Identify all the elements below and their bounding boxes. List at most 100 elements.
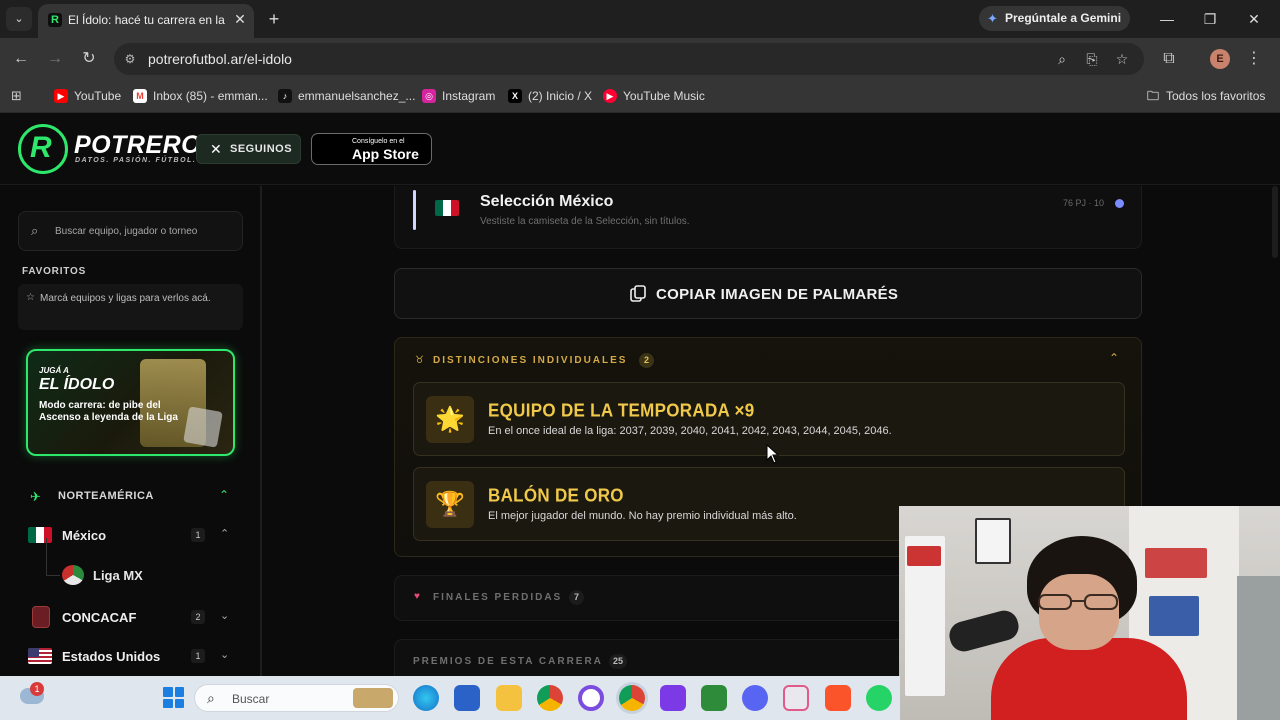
green-app-icon[interactable] (701, 685, 727, 711)
back-arrow-icon[interactable]: ← (11, 49, 31, 69)
taskbar-search-input[interactable]: Buscar (232, 692, 269, 706)
bookmark-youtube[interactable]: ▶ YouTube (54, 87, 121, 105)
appstore-big-text: App Store (352, 146, 419, 162)
bookmark-label: emmanuelsanchez_... (298, 89, 416, 103)
concacaf-logo-icon (32, 606, 50, 628)
chevron-down-icon[interactable]: ⌄ (220, 648, 229, 661)
liga-mx-logo-icon (62, 565, 84, 585)
bookmark-label: YouTube (74, 89, 122, 103)
bookmark-label: (2) Inicio / X (528, 89, 593, 103)
copy-palmares-button[interactable]: COPIAR IMAGEN DE PALMARÉS (394, 268, 1142, 319)
tree-connector (46, 538, 60, 576)
chevron-up-icon[interactable]: ⌃ (219, 488, 229, 502)
sidebar-scrollbar[interactable] (1272, 186, 1278, 258)
bookmark-youtube-music[interactable]: ▶ YouTube Music (603, 87, 705, 105)
promo-description: Modo carrera: de pibe del Ascenso a leye… (39, 400, 178, 423)
chevron-down-icon[interactable]: ⌄ (220, 609, 229, 622)
follow-button[interactable]: ✕ SEGUINOS (196, 134, 301, 164)
copy-icon (630, 285, 646, 302)
potrero-logo-icon[interactable]: R (18, 124, 68, 174)
bookmark-label: Todos los favoritos (1166, 89, 1266, 103)
circle-app-icon[interactable] (578, 685, 604, 711)
weather-alert-badge: 1 (30, 682, 44, 696)
forward-arrow-icon[interactable]: → (45, 49, 65, 69)
browser-tab-strip: ⌄ R El Ídolo: hacé tu carrera en la Liga… (0, 0, 1280, 38)
active-tab[interactable]: R El Ídolo: hacé tu carrera en la Liga ✕ (38, 4, 254, 38)
windows-start-icon[interactable] (163, 687, 184, 708)
microphone-image (946, 607, 1022, 655)
tab-search-button[interactable]: ⌄ (6, 7, 32, 31)
youtube-icon: ▶ (54, 89, 68, 103)
national-team-card: Selección México Vestiste la camiseta de… (394, 186, 1142, 249)
site-info-icon[interactable]: ⚙ (122, 51, 138, 67)
shelf-item-image (1145, 548, 1207, 578)
league-liga-mx[interactable]: Liga MX (62, 564, 232, 586)
restore-window-button[interactable]: ❐ (1200, 9, 1220, 29)
site-favicon-icon: R (48, 13, 62, 27)
sidebar: ⌕ Buscar equipo, jugador o torneo FAVORI… (0, 186, 262, 676)
minimize-window-button[interactable]: — (1157, 9, 1177, 29)
search-input[interactable]: Buscar equipo, jugador o torneo (55, 226, 197, 237)
logo-wordmark[interactable]: POTRERO (74, 131, 201, 160)
favorites-empty-box: ☆ Marcá equipos y ligas para verlos acá. (18, 284, 243, 330)
bookmark-star-icon[interactable]: ☆ (1113, 50, 1131, 68)
instagram-icon: ◎ (422, 89, 436, 103)
chrome-profile-icon[interactable] (619, 685, 645, 711)
extensions-icon[interactable]: ⧉ (1159, 49, 1179, 69)
taskbar-search[interactable]: ⌕ Buscar (194, 684, 399, 712)
count-badge: 1 (191, 649, 205, 663)
zoom-icon[interactable]: ⌕ (1053, 50, 1071, 68)
region-north-america[interactable]: ✈ NORTEAMÉRICA ⌃ (30, 488, 235, 506)
search-highlight-image (353, 688, 393, 708)
store-icon[interactable] (454, 685, 480, 711)
windows-taskbar: 1 ⌕ Buscar (0, 676, 900, 720)
gemini-star-icon: ✦ (987, 11, 998, 26)
el-idolo-promo-card[interactable]: JUGÁ A EL ÍDOLO Modo carrera: de pibe de… (26, 349, 235, 456)
whatsapp-icon[interactable] (866, 685, 892, 711)
chevron-up-icon[interactable]: ⌃ (220, 527, 229, 540)
purple-app-icon[interactable] (660, 685, 686, 711)
chevron-up-icon[interactable]: ⌃ (1109, 351, 1119, 365)
distinctions-title[interactable]: DISTINCIONES INDIVIDUALES (433, 355, 627, 366)
apps-grid-icon[interactable]: ⊞ (11, 88, 22, 104)
trophy-icon: 🏆 (426, 481, 474, 528)
award-title: BALÓN DE ORO (488, 485, 624, 506)
address-bar[interactable]: ⚙ potrerofutbol.ar/el-idolo ⌕ ⎘ ☆ (114, 43, 1144, 75)
country-concacaf[interactable]: CONCACAF 2 ⌄ (28, 606, 236, 628)
install-app-icon[interactable]: ⎘ (1083, 50, 1101, 68)
bookmark-x[interactable]: X (2) Inicio / X (508, 87, 592, 105)
url-text: potrerofutbol.ar/el-idolo (148, 51, 292, 67)
person-image (991, 638, 1187, 720)
copy-palmares-label: COPIAR IMAGEN DE PALMARÉS (656, 286, 899, 303)
app-store-button[interactable]: Consíguelo en el App Store (311, 133, 432, 165)
discord-icon[interactable] (742, 685, 768, 711)
country-usa[interactable]: Estados Unidos 1 ⌄ (28, 645, 236, 667)
close-window-button[interactable]: ✕ (1244, 9, 1264, 29)
card-image (183, 406, 223, 448)
logo-letter: R (30, 131, 52, 164)
snipping-tool-icon[interactable] (783, 685, 809, 711)
file-explorer-icon[interactable] (496, 685, 522, 711)
search-box[interactable]: ⌕ Buscar equipo, jugador o torneo (18, 211, 243, 251)
promo-title: EL ÍDOLO (39, 376, 115, 393)
chrome-icon[interactable] (537, 685, 563, 711)
all-bookmarks-folder[interactable]: 🗀 Todos los favoritos (1146, 87, 1265, 105)
bookmark-gmail[interactable]: M Inbox (85) - emman... (133, 87, 268, 105)
gemini-button[interactable]: ✦ Pregúntale a Gemini (979, 6, 1130, 31)
award-title: EQUIPO DE LA TEMPORADA ×9 (488, 400, 755, 421)
menu-kebab-icon[interactable]: ⋮ (1244, 49, 1264, 69)
profile-avatar[interactable]: E (1210, 49, 1230, 69)
edge-icon[interactable] (413, 685, 439, 711)
bookmark-tiktok[interactable]: ♪ emmanuelsanchez_... (278, 87, 415, 105)
bookmark-instagram[interactable]: ◎ Instagram (422, 87, 495, 105)
close-tab-icon[interactable]: ✕ (232, 11, 248, 27)
bookmark-label: Instagram (442, 89, 496, 103)
new-tab-button[interactable]: + (264, 9, 284, 29)
usa-flag-icon (28, 648, 52, 664)
brave-icon[interactable] (825, 685, 851, 711)
person-image (1039, 574, 1119, 650)
count-badge: 1 (191, 528, 205, 542)
national-team-stats: 76 PJ · 10 (1063, 198, 1105, 208)
weather-widget[interactable]: 1 (20, 682, 48, 710)
reload-icon[interactable]: ↻ (79, 49, 99, 69)
